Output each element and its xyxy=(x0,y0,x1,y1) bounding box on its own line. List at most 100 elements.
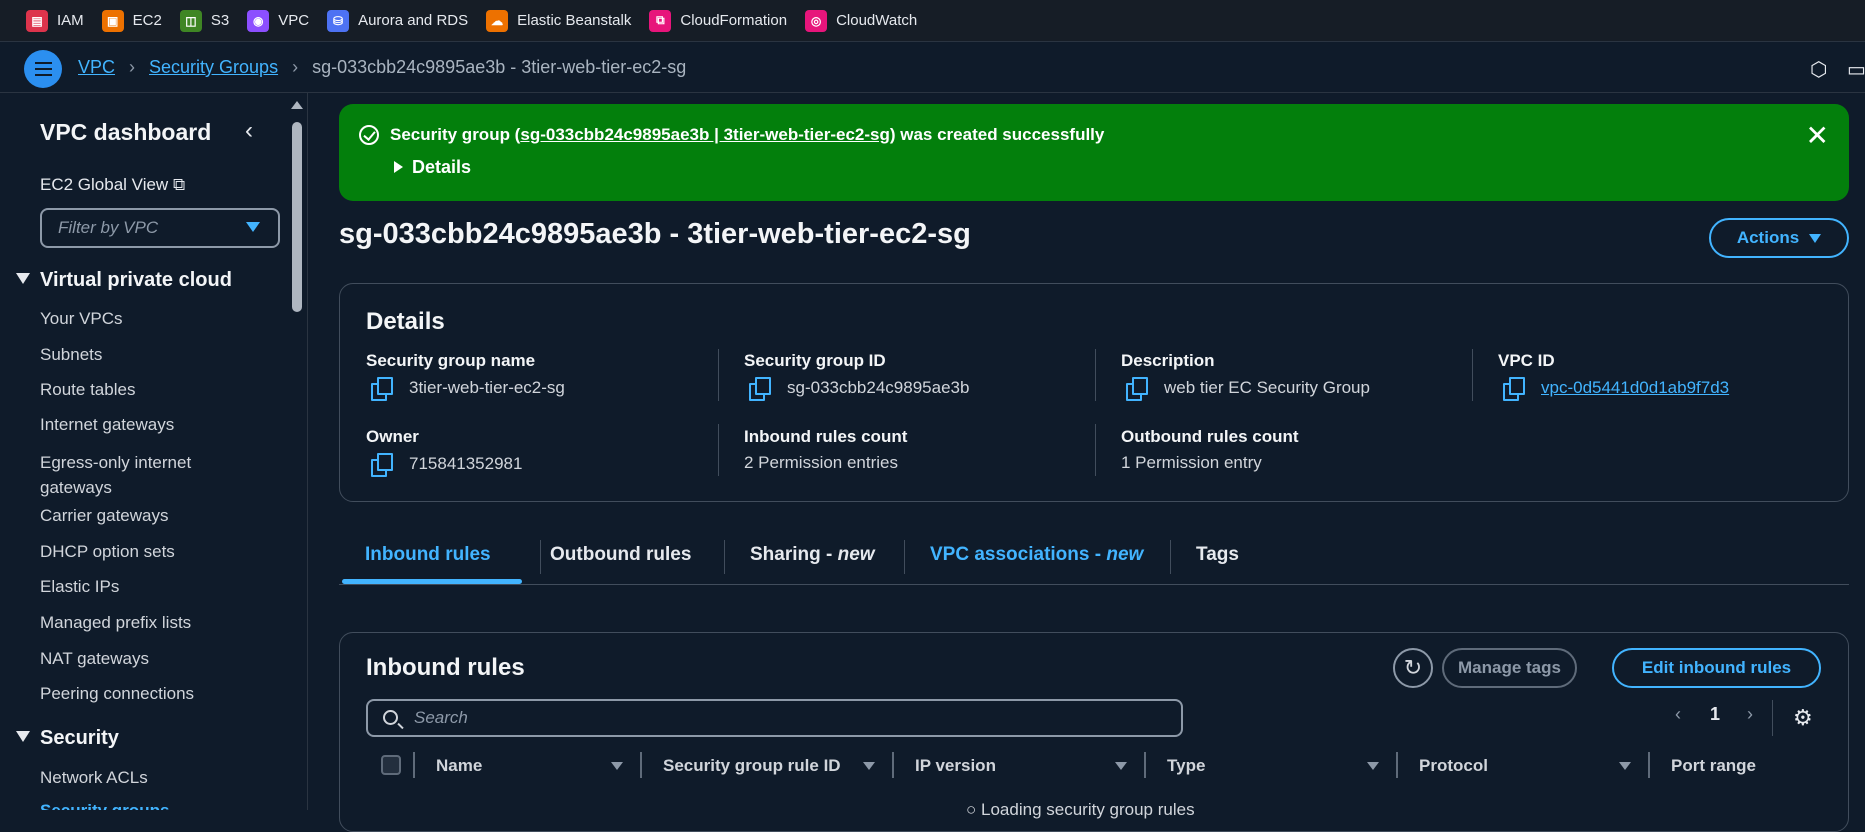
sidebar-item-internet-gateways[interactable]: Internet gateways xyxy=(40,412,260,437)
chevron-left-icon[interactable]: ‹ xyxy=(245,117,253,145)
sidebar-title: VPC dashboard xyxy=(40,119,212,145)
details-heading: Details xyxy=(366,308,445,335)
sidebar-item-elastic-ips[interactable]: Elastic IPs xyxy=(40,574,260,599)
page-title: sg-033cbb24c9895ae3b - 3tier-web-tier-ec… xyxy=(339,218,971,250)
column-header-port-range[interactable]: Port range xyxy=(1671,756,1756,776)
service-icon: ▣ xyxy=(101,9,124,32)
service-label: VPC xyxy=(278,12,310,29)
service-icon: ⛁ xyxy=(327,9,350,32)
service-shortcut-ec2[interactable]: ▣ EC2 xyxy=(101,9,162,32)
tab-sharing[interactable]: Sharing - new xyxy=(750,544,875,566)
pagination-next-icon[interactable]: › xyxy=(1747,704,1753,725)
sidebar-item-carrier-gateways[interactable]: Carrier gateways xyxy=(40,503,260,528)
service-shortcut-s3[interactable]: ◫ S3 xyxy=(179,9,229,32)
breadcrumb-vpc-link[interactable]: VPC xyxy=(78,57,115,78)
scroll-up-arrow-icon[interactable] xyxy=(291,101,303,109)
column-header-protocol[interactable]: Protocol xyxy=(1419,756,1488,776)
service-shortcut-iam[interactable]: ▤ IAM xyxy=(26,9,84,32)
tab-vpc-associations[interactable]: VPC associations - new xyxy=(930,544,1143,566)
detail-inbound-count: Inbound rules count 2 Permission entries xyxy=(744,427,908,472)
column-header-ip-version[interactable]: IP version xyxy=(915,756,996,776)
caret-down-icon xyxy=(246,222,260,232)
tab-tags[interactable]: Tags xyxy=(1196,544,1239,566)
divider xyxy=(892,752,894,778)
sidebar-item-managed-prefix-lists[interactable]: Managed prefix lists xyxy=(40,610,260,635)
divider xyxy=(413,752,415,778)
sort-icon[interactable] xyxy=(1619,762,1631,770)
caret-down-icon xyxy=(16,273,30,284)
detail-owner: Owner 715841352981 xyxy=(366,427,523,477)
refresh-icon[interactable]: ↻ xyxy=(1393,648,1433,688)
sidebar-item-security-groups[interactable]: Security groups xyxy=(40,798,260,810)
sidebar-item-peering-connections[interactable]: Peering connections xyxy=(40,681,260,706)
sidebar-item-ec2-global-view[interactable]: EC2 Global View ⧉ xyxy=(40,175,185,195)
select-all-checkbox[interactable] xyxy=(381,755,401,775)
detail-outbound-count: Outbound rules count 1 Permission entry xyxy=(1121,427,1299,472)
detail-sg-name: Security group name 3tier-web-tier-ec2-s… xyxy=(366,351,565,401)
sort-icon[interactable] xyxy=(1367,762,1379,770)
divider xyxy=(1396,752,1398,778)
rules-search-input[interactable]: Search xyxy=(366,699,1183,737)
close-icon[interactable]: ✕ xyxy=(1806,122,1829,150)
menu-button[interactable] xyxy=(24,50,62,88)
divider xyxy=(1095,349,1096,401)
sidebar-item-egress-only-internet-gateways[interactable]: Egress-only internet gateways xyxy=(40,450,260,500)
flash-details-toggle[interactable]: Details xyxy=(394,157,471,178)
service-label: CloudFormation xyxy=(680,12,788,29)
sidebar-item-nat-gateways[interactable]: NAT gateways xyxy=(40,646,260,671)
caret-down-icon xyxy=(16,731,30,742)
sidebar-item-your-vpcs[interactable]: Your VPCs xyxy=(40,306,260,331)
tab-inbound-rules[interactable]: Inbound rules xyxy=(365,544,491,566)
caret-right-icon xyxy=(394,161,403,173)
vpc-id-link[interactable]: vpc-0d5441d0d1ab9f7d3 xyxy=(1541,378,1729,398)
copy-icon[interactable] xyxy=(371,453,393,477)
gear-icon[interactable]: ⚙ xyxy=(1793,705,1813,731)
detail-vpc-id: VPC ID vpc-0d5441d0d1ab9f7d3 xyxy=(1498,351,1730,401)
service-shortcut-vpc[interactable]: ◉ VPC xyxy=(247,9,310,32)
loading-indicator: ○ Loading security group rules xyxy=(966,800,1195,819)
sort-icon[interactable] xyxy=(863,762,875,770)
sidebar-section-security[interactable]: Security xyxy=(16,727,119,750)
service-icon: ⧉ xyxy=(649,9,672,32)
sort-icon[interactable] xyxy=(1115,762,1127,770)
feedback-icon[interactable]: ▭ xyxy=(1847,57,1865,82)
breadcrumb-security-groups-link[interactable]: Security Groups xyxy=(149,57,278,78)
service-label: Aurora and RDS xyxy=(358,12,469,29)
sidebar-item-network-acls[interactable]: Network ACLs xyxy=(40,765,260,790)
pagination-prev-icon[interactable]: ‹ xyxy=(1675,704,1681,725)
divider xyxy=(718,424,719,476)
external-link-icon: ⧉ xyxy=(172,175,186,194)
sort-icon[interactable] xyxy=(611,762,623,770)
settings-hex-icon[interactable]: ⬡ xyxy=(1810,57,1827,82)
service-shortcut-elastic-beanstalk[interactable]: ☁ Elastic Beanstalk xyxy=(486,9,631,32)
service-shortcut-cloudwatch[interactable]: ◎ CloudWatch xyxy=(805,9,917,32)
sidebar-section-vpc[interactable]: Virtual private cloud xyxy=(16,269,232,292)
flash-sg-link[interactable]: sg-033cbb24c9895ae3b | 3tier-web-tier-ec… xyxy=(520,125,890,144)
breadcrumb: VPC › Security Groups › sg-033cbb24c9895… xyxy=(78,57,686,78)
sidebar-item-subnets[interactable]: Subnets xyxy=(40,342,260,367)
flash-message: Security group (sg-033cbb24c9895ae3b | 3… xyxy=(390,125,1105,144)
copy-icon[interactable] xyxy=(1126,377,1148,401)
service-shortcut-cloudformation[interactable]: ⧉ CloudFormation xyxy=(649,9,788,32)
filter-by-vpc-select[interactable]: Filter by VPC xyxy=(40,208,280,248)
success-flash: Security group (sg-033cbb24c9895ae3b | 3… xyxy=(339,104,1849,201)
service-label: IAM xyxy=(57,12,84,29)
service-shortcut-aurora-and-rds[interactable]: ⛁ Aurora and RDS xyxy=(327,9,469,32)
edit-inbound-rules-button[interactable]: Edit inbound rules xyxy=(1612,648,1821,688)
sidebar-item-dhcp-option-sets[interactable]: DHCP option sets xyxy=(40,539,260,564)
column-header-name[interactable]: Name xyxy=(436,756,482,776)
actions-button[interactable]: Actions xyxy=(1709,218,1849,258)
sidebar-item-route-tables[interactable]: Route tables xyxy=(40,377,260,402)
divider xyxy=(1095,424,1096,476)
column-header-rule-id[interactable]: Security group rule ID xyxy=(663,756,841,776)
copy-icon[interactable] xyxy=(1503,377,1525,401)
divider xyxy=(640,752,642,778)
manage-tags-button[interactable]: Manage tags xyxy=(1442,648,1577,688)
column-header-type[interactable]: Type xyxy=(1167,756,1205,776)
tab-outbound-rules[interactable]: Outbound rules xyxy=(550,544,691,566)
details-panel: Details Security group name 3tier-web-ti… xyxy=(339,283,1849,502)
copy-icon[interactable] xyxy=(371,377,393,401)
sidebar-scrollbar[interactable] xyxy=(292,122,302,312)
pagination-page[interactable]: 1 xyxy=(1710,704,1720,725)
copy-icon[interactable] xyxy=(749,377,771,401)
